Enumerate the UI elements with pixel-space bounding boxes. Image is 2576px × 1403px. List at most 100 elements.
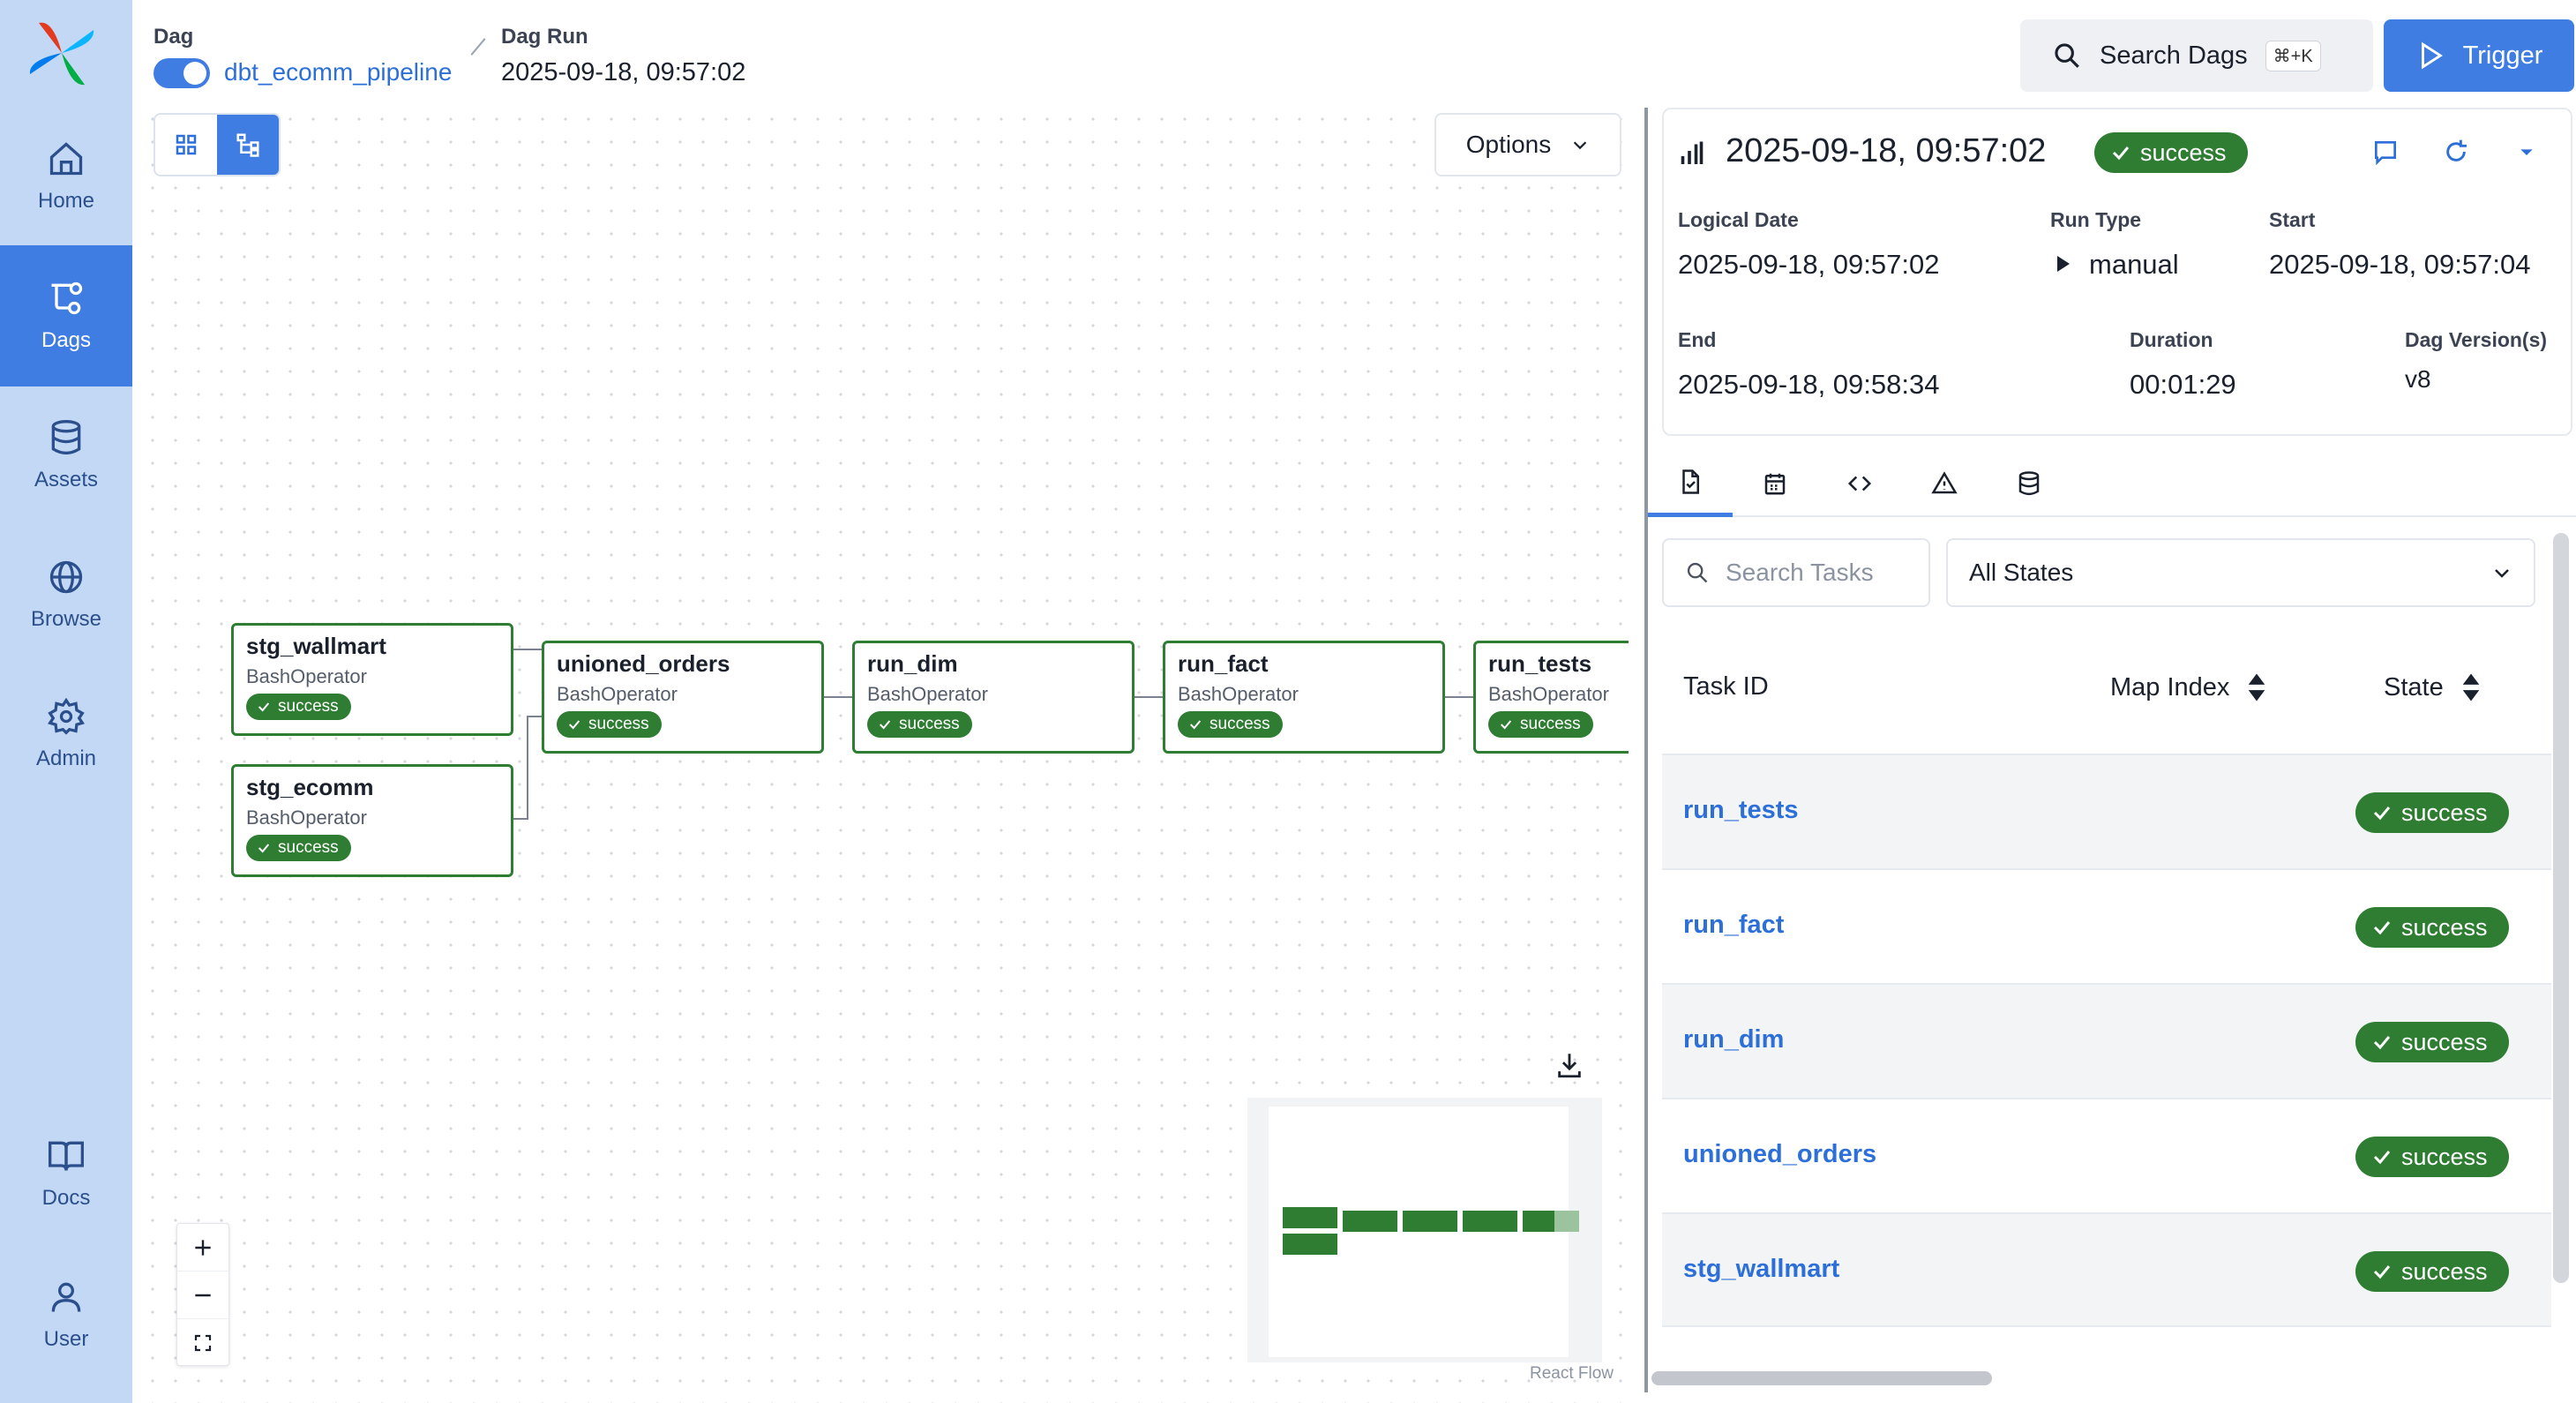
minimap-node — [1403, 1211, 1457, 1232]
nav-dags[interactable]: Dags — [0, 245, 132, 386]
note-icon[interactable] — [2371, 138, 2400, 166]
task-node-run-dim[interactable]: run_dim BashOperator success — [852, 641, 1134, 754]
react-flow-attribution[interactable]: React Flow — [1530, 1364, 1614, 1384]
grid-view-button[interactable] — [155, 115, 217, 175]
tab-events[interactable] — [1733, 450, 1817, 517]
calendar-icon — [1764, 473, 1786, 495]
bar-chart-icon — [1681, 141, 1704, 164]
minimap-node — [1283, 1207, 1337, 1228]
breadcrumb-dag-label: Dag — [154, 25, 194, 49]
task-node-run-tests[interactable]: run_tests BashOperator success — [1473, 641, 1629, 754]
panel-resize-handle[interactable] — [1644, 108, 1648, 1392]
check-icon — [2373, 807, 2391, 821]
nav-home-label: Home — [37, 189, 95, 213]
tab-code[interactable] — [1817, 450, 1902, 517]
gear-icon — [48, 697, 85, 735]
fullscreen-icon — [194, 1334, 212, 1352]
dag-version-label: Dag Version(s) — [2405, 328, 2548, 351]
nav-docs-label: Docs — [41, 1186, 91, 1210]
grid-icon — [176, 134, 197, 155]
download-icon[interactable] — [1554, 1050, 1584, 1080]
options-button[interactable]: Options — [1434, 113, 1621, 176]
column-map-index[interactable]: Map Index — [2110, 672, 2266, 702]
status-badge: success — [557, 711, 662, 738]
tab-task-instances[interactable] — [1648, 450, 1733, 517]
file-check-icon — [1682, 469, 1699, 494]
table-row: run_dim success — [1662, 983, 2551, 1098]
task-id-link[interactable]: unioned_orders — [1683, 1140, 1876, 1169]
task-node-run-fact[interactable]: run_fact BashOperator success — [1163, 641, 1445, 754]
view-toggle — [154, 113, 281, 176]
task-node-operator: BashOperator — [246, 665, 367, 687]
task-id-link[interactable]: run_fact — [1683, 911, 1784, 940]
task-id-link[interactable]: run_dim — [1683, 1025, 1784, 1054]
nav-admin[interactable]: Admin — [0, 664, 132, 805]
check-icon — [2373, 1036, 2391, 1050]
search-tasks-input[interactable]: Search Tasks — [1662, 538, 1930, 607]
table-row: run_tests success — [1662, 754, 2551, 868]
nav-docs[interactable]: Docs — [0, 1103, 132, 1244]
breadcrumb-dag-link[interactable]: dbt_ecomm_pipeline — [224, 58, 452, 86]
search-shortcut: ⌘+K — [2265, 40, 2321, 71]
minimap[interactable] — [1247, 1098, 1602, 1362]
nav-user[interactable]: User — [0, 1244, 132, 1385]
trigger-button[interactable]: Trigger — [2384, 19, 2574, 92]
duration-value: 00:01:29 — [2130, 369, 2236, 400]
nav-dags-label: Dags — [41, 328, 92, 352]
task-id-link[interactable]: run_tests — [1683, 796, 1799, 825]
breadcrumb-run-value: 2025-09-18, 09:57:02 — [501, 58, 746, 86]
search-icon — [2055, 43, 2079, 68]
check-icon — [1189, 720, 1202, 730]
status-badge: success — [246, 694, 351, 720]
chevron-down-icon — [2495, 569, 2509, 578]
sidebar: Home Dags Assets Browse Admin Docs User — [0, 0, 132, 1403]
column-task-id[interactable]: Task ID — [1683, 672, 1769, 702]
search-dags-button[interactable]: Search Dags ⌘+K — [2020, 19, 2373, 92]
minimap-viewport — [1269, 1107, 1569, 1357]
run-status-badge: success — [2094, 132, 2248, 173]
play-outline-icon — [2421, 41, 2443, 70]
airflow-logo[interactable] — [26, 18, 97, 88]
task-node-name: unioned_orders — [557, 650, 730, 677]
column-state[interactable]: State — [2384, 672, 2481, 702]
state-filter-select[interactable]: All States — [1946, 538, 2535, 607]
run-status-label: success — [2140, 139, 2227, 166]
user-icon — [51, 1282, 81, 1312]
status-badge: success — [246, 835, 351, 861]
graph-view-button[interactable] — [217, 115, 279, 175]
zoom-out-button[interactable] — [177, 1272, 228, 1319]
app-root: Home Dags Assets Browse Admin Docs User … — [0, 0, 2576, 1403]
check-icon — [879, 720, 891, 730]
fit-view-button[interactable] — [177, 1319, 228, 1367]
table-row: stg_wallmart success — [1662, 1212, 2551, 1327]
task-node-unioned-orders[interactable]: unioned_orders BashOperator success — [542, 641, 824, 754]
refresh-icon[interactable] — [2442, 138, 2470, 166]
caret-down-icon[interactable] — [2512, 138, 2541, 166]
state-filter-value: All States — [1969, 559, 2074, 586]
task-node-stg-wallmart[interactable]: stg_wallmart BashOperator success — [231, 623, 513, 736]
dag-icon — [51, 281, 83, 315]
check-icon — [2373, 1151, 2391, 1165]
task-node-operator: BashOperator — [557, 683, 678, 705]
sort-icon — [2249, 673, 2265, 702]
nav-browse[interactable]: Browse — [0, 524, 132, 665]
status-badge: success — [867, 711, 972, 738]
task-node-name: stg_wallmart — [246, 633, 386, 659]
vertical-scrollbar[interactable] — [2553, 533, 2569, 1283]
status-badge: success — [1488, 711, 1593, 738]
status-badge: success — [2355, 1251, 2509, 1292]
task-node-stg-ecomm[interactable]: stg_ecomm BashOperator success — [231, 764, 513, 877]
status-badge-label: success — [1209, 715, 1270, 733]
zoom-in-button[interactable] — [177, 1224, 228, 1272]
tab-assets[interactable] — [1987, 450, 2071, 517]
dag-version-value: v8 — [2405, 365, 2431, 393]
status-badge-label: success — [899, 715, 960, 733]
dag-pause-toggle[interactable] — [154, 58, 210, 88]
horizontal-scrollbar[interactable] — [1651, 1371, 1992, 1385]
nav-home[interactable]: Home — [0, 106, 132, 247]
task-id-link[interactable]: stg_wallmart — [1683, 1255, 1839, 1284]
nav-assets[interactable]: Assets — [0, 385, 132, 526]
options-label: Options — [1465, 131, 1552, 158]
tab-warnings[interactable] — [1902, 450, 1987, 517]
task-node-name: run_fact — [1178, 650, 1269, 677]
